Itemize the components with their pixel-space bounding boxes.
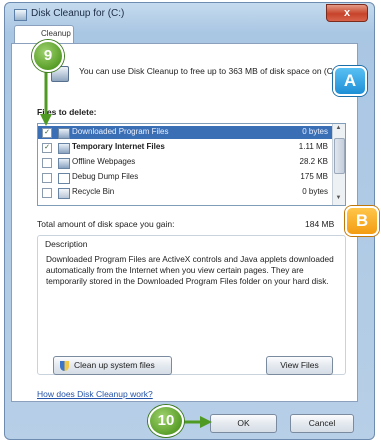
callout-a-badge: A [333, 66, 367, 96]
step9-arrow-head [40, 114, 52, 126]
callout-b-badge: B [345, 206, 379, 236]
step10-arrow-head [200, 416, 212, 428]
step-10-badge: 10 [148, 405, 184, 437]
step-9-badge: 9 [32, 40, 64, 72]
